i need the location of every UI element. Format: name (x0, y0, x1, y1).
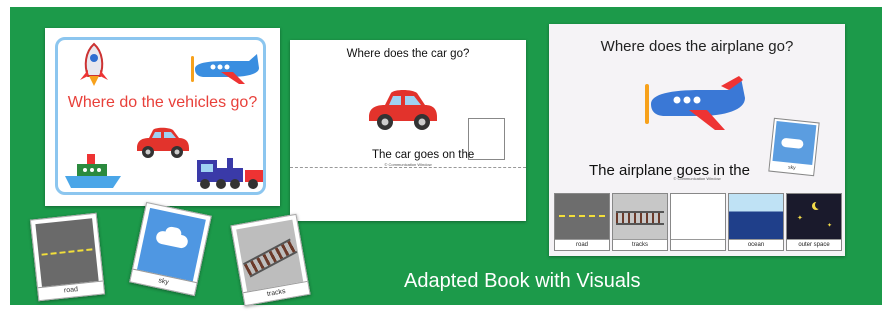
ocean-icon (729, 194, 783, 240)
road-icon (555, 194, 609, 240)
sky-icon (137, 207, 206, 282)
sky-icon (772, 121, 817, 166)
rocket-icon (80, 42, 108, 86)
strip-label: tracks (613, 239, 667, 250)
strip-card-outer-space[interactable]: ✦ ✦ outer space (786, 193, 842, 251)
strip-card-road[interactable]: road (554, 193, 610, 251)
tracks-card[interactable]: tracks (230, 213, 311, 307)
strip-label: outer space (787, 239, 841, 250)
blank-card (671, 194, 725, 240)
car-page: Where does the car go? The car goes on t… (290, 40, 526, 221)
tracks-icon (613, 194, 667, 240)
train-icon (197, 158, 263, 189)
strip-label: road (555, 239, 609, 250)
road-card[interactable]: road (29, 212, 106, 302)
red-car-icon (369, 90, 437, 130)
airplane-icon (191, 54, 259, 84)
strip-card-ocean[interactable]: ocean (728, 193, 784, 251)
car-icon (137, 127, 189, 158)
blue-airplane-icon (645, 76, 745, 130)
tracks-icon (236, 219, 304, 292)
caption: Adapted Book with Visuals (404, 270, 641, 292)
airplane-page: Where does the airplane go? sky The airp… (549, 24, 845, 256)
car-sentence: The car goes on the (372, 149, 475, 161)
airplane-question: Where does the airplane go? (600, 38, 794, 55)
strip-label (671, 239, 725, 250)
book-cover: Where do the vehicles go? (45, 28, 280, 206)
sky-answer-card[interactable]: sky (768, 117, 820, 177)
banner: Where do the vehicles go? Where does the… (0, 0, 892, 313)
answer-strip: road tracks ocean ✦ ✦ outer space (554, 193, 842, 251)
car-question: Where does the car go? (346, 48, 470, 60)
strip-label: ocean (729, 239, 783, 250)
cover-title: Where do the vehicles go? (67, 94, 258, 111)
outer-space-icon: ✦ ✦ (787, 194, 841, 240)
road-icon (35, 218, 99, 287)
strip-card-tracks[interactable]: tracks (612, 193, 668, 251)
airplane-copyright: © Communication Window (673, 176, 721, 181)
strip-card-blank[interactable] (670, 193, 726, 251)
boat-icon (65, 154, 121, 188)
cut-line (290, 167, 526, 168)
